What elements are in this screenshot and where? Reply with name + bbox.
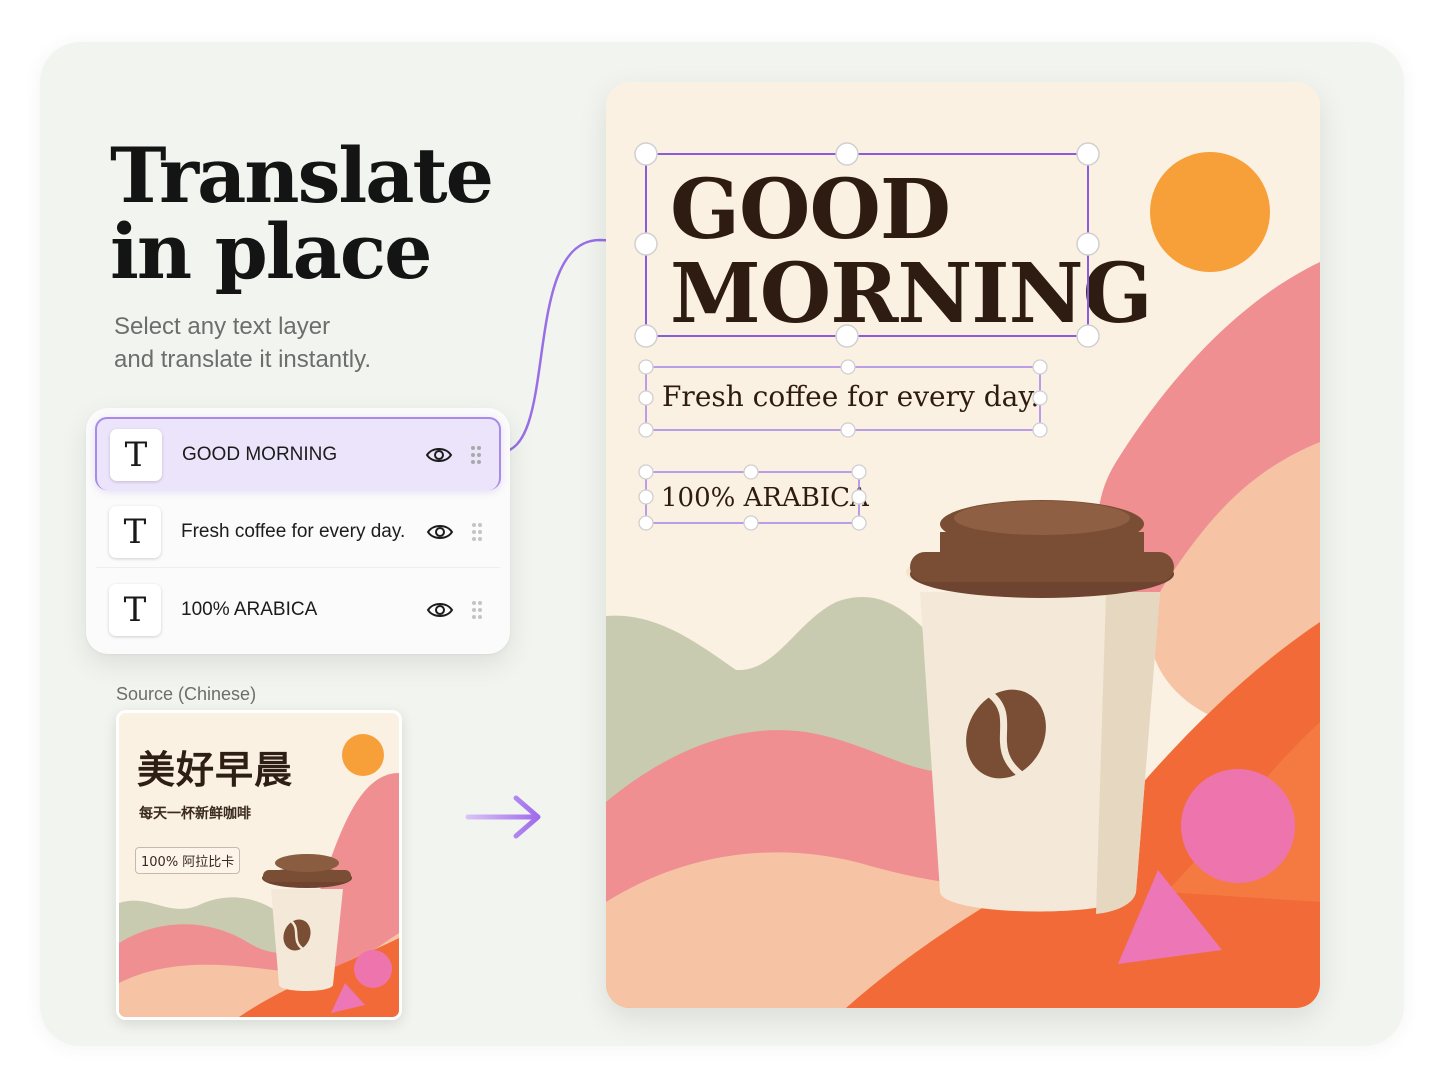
poster-headline[interactable]: GOOD MORNING bbox=[670, 162, 1153, 342]
layer-name: 100% ARABICA bbox=[181, 599, 318, 620]
drag-handle-icon[interactable] bbox=[469, 445, 483, 465]
poster-headline-line-1: GOOD bbox=[670, 162, 951, 258]
eye-icon[interactable] bbox=[426, 600, 454, 620]
poster-tagline[interactable]: Fresh coffee for every day. bbox=[662, 380, 1039, 413]
text-layer-icon: T bbox=[109, 584, 161, 636]
source-caption: Source (Chinese) bbox=[116, 684, 257, 704]
layer-row-arabica[interactable]: T 100% ARABICA bbox=[96, 574, 500, 646]
layer-row-fresh-coffee[interactable]: T Fresh coffee for every day. bbox=[96, 496, 500, 568]
drag-handle-icon[interactable] bbox=[470, 522, 484, 542]
text-layer-icon: T bbox=[109, 505, 161, 558]
layers-panel: T GOOD MORNING T Fresh coffee for every … bbox=[86, 408, 510, 654]
poster-badge[interactable]: 100% ARABICA bbox=[661, 483, 869, 513]
eye-icon[interactable] bbox=[425, 445, 453, 465]
layer-name: GOOD MORNING bbox=[182, 443, 338, 465]
eye-icon[interactable] bbox=[426, 522, 454, 542]
layer-name: Fresh coffee for every day. bbox=[181, 520, 406, 542]
layer-row-good-morning[interactable]: T GOOD MORNING bbox=[95, 417, 501, 490]
source-tagline: 每天一杯新鲜咖啡 bbox=[139, 806, 251, 822]
source-thumbnail[interactable]: 美好早晨 每天一杯新鲜咖啡 100% 阿拉比卡 bbox=[116, 710, 402, 1020]
text-layer-icon: T bbox=[110, 428, 162, 481]
arrow-right-icon bbox=[465, 795, 541, 839]
source-title: 美好早晨 bbox=[137, 748, 294, 792]
source-badge: 100% 阿拉比卡 bbox=[135, 847, 241, 874]
drag-handle-icon[interactable] bbox=[470, 600, 484, 620]
poster-headline-line-2: MORNING bbox=[670, 246, 1153, 342]
translated-poster[interactable]: GOOD MORNING Fresh coffee for every day.… bbox=[606, 82, 1320, 1008]
